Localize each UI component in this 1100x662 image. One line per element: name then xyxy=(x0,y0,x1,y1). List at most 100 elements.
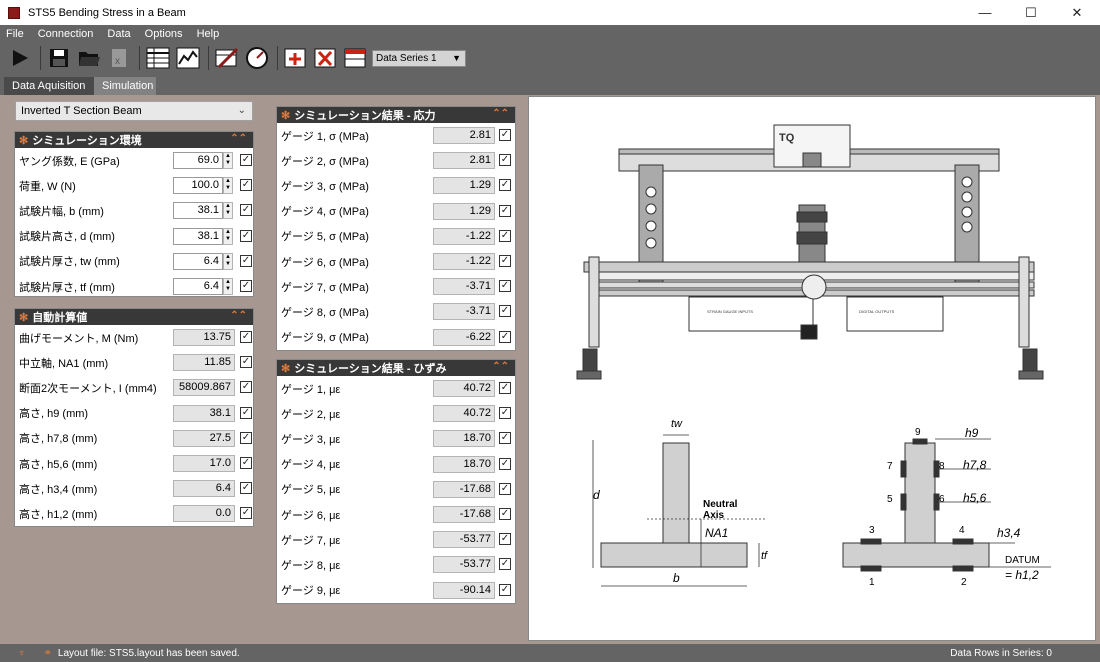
param-label: 曲げモーメント, M (Nm) xyxy=(19,332,139,345)
param-input[interactable]: 6.4 xyxy=(173,277,223,295)
gear-icon: ✻ xyxy=(19,311,29,324)
enable-checkbox[interactable]: ✓ xyxy=(240,229,252,242)
spinner-arrows-icon[interactable]: ▲ ▼ xyxy=(223,152,233,169)
enable-checkbox[interactable]: ✓ xyxy=(499,507,511,520)
collapse-icon[interactable]: ⌃⌃ xyxy=(492,108,509,119)
spinner-arrows-icon[interactable]: ▲ ▼ xyxy=(223,252,233,270)
edit-table-icon[interactable] xyxy=(213,45,241,71)
param-input[interactable]: 38.1 xyxy=(173,202,223,220)
enable-checkbox[interactable]: ✓ xyxy=(499,229,511,242)
h34-label: h3,4 xyxy=(997,526,1021,540)
param-row: ヤング係数, E (GPa) 69.0 ▲ ▼ ✓ xyxy=(15,148,253,173)
param-value: 2.81 xyxy=(433,127,495,144)
param-row: 中立軸, NA1 (mm) 11.85 ✓ xyxy=(15,350,253,375)
share-icon: ⚭ xyxy=(43,647,52,659)
enable-checkbox[interactable]: ✓ xyxy=(499,533,511,546)
status-bar: ♆ ⚭ Layout file: STS5.layout has been sa… xyxy=(0,644,1100,662)
menu-file[interactable]: File xyxy=(6,28,24,40)
tab-simulation[interactable]: Simulation xyxy=(94,77,156,95)
add-row-icon[interactable] xyxy=(282,45,310,71)
enable-checkbox[interactable]: ✓ xyxy=(499,457,511,470)
table-view-icon[interactable] xyxy=(144,45,172,71)
gauge-5-label: 5 xyxy=(887,494,893,505)
enable-checkbox[interactable]: ✓ xyxy=(240,456,252,469)
tab-data-acquisition[interactable]: Data Aquisition xyxy=(4,77,94,95)
enable-checkbox[interactable]: ✓ xyxy=(240,356,252,369)
param-row: 試験片幅, b (mm) 38.1 ▲ ▼ ✓ xyxy=(15,198,253,223)
simulation-environment-group: ✻ シミュレーション環境 ⌃⌃ ヤング係数, E (GPa) 69.0 ▲ ▼ ✓ 荷重, W… xyxy=(14,131,254,297)
status-message: Layout file: STS5.layout has been saved. xyxy=(57,647,240,659)
enable-checkbox[interactable]: ✓ xyxy=(240,154,252,166)
gauge-icon[interactable] xyxy=(243,45,271,71)
beam-type-select[interactable]: Inverted T Section Beam ⌄ xyxy=(15,101,253,121)
param-row: 高さ, h9 (mm) 38.1 ✓ xyxy=(15,401,253,426)
enable-checkbox[interactable]: ✓ xyxy=(499,179,511,192)
chevron-down-icon: ⌄ xyxy=(237,105,246,116)
graph-view-icon[interactable] xyxy=(174,45,202,71)
delete-row-icon[interactable] xyxy=(312,45,340,71)
enable-checkbox[interactable]: ✓ xyxy=(499,382,511,394)
open-folder-icon[interactable] xyxy=(75,45,103,71)
maximize-button[interactable]: ☐ xyxy=(1008,0,1054,25)
play-icon[interactable] xyxy=(6,45,34,71)
enable-checkbox[interactable]: ✓ xyxy=(499,305,511,318)
enable-checkbox[interactable]: ✓ xyxy=(499,482,511,495)
enable-checkbox[interactable]: ✓ xyxy=(240,507,252,520)
save-icon[interactable] xyxy=(45,45,73,71)
spinner-arrows-icon[interactable]: ▲ ▼ xyxy=(223,177,233,195)
param-row: 高さ, h1,2 (mm) 0.0 ✓ xyxy=(15,501,253,526)
param-label: 高さ, h5,6 (mm) xyxy=(19,458,98,471)
param-input[interactable]: 6.4 xyxy=(173,252,223,270)
param-row: ゲージ 8, με -53.77 ✓ xyxy=(277,552,515,577)
close-button[interactable]: ✕ xyxy=(1054,0,1100,25)
enable-checkbox[interactable]: ✓ xyxy=(499,254,511,267)
enable-checkbox[interactable]: ✓ xyxy=(499,330,511,343)
collapse-icon[interactable]: ⌃⌃ xyxy=(230,133,247,144)
enable-checkbox[interactable]: ✓ xyxy=(240,331,252,343)
enable-checkbox[interactable]: ✓ xyxy=(240,204,252,217)
param-row: ゲージ 7, με -53.77 ✓ xyxy=(277,527,515,552)
param-row: 断面2次モーメント, I (mm4) 58009.867 ✓ xyxy=(15,375,253,400)
enable-checkbox[interactable]: ✓ xyxy=(499,154,511,167)
param-value: 18.70 xyxy=(433,430,495,448)
menu-options[interactable]: Options xyxy=(145,28,183,40)
param-row: ゲージ 7, σ (MPa) -3.71 ✓ xyxy=(277,274,515,299)
results-panel: ✻ シミュレーション結果 - 応力 ⌃⌃ ゲージ 1, σ (MPa) 2.81 ✓ ゲー… xyxy=(268,96,524,641)
spinner-arrows-icon[interactable]: ▲ ▼ xyxy=(223,277,233,295)
strain-gauge-inputs-label: STRAIN GAUGE INPUTS xyxy=(707,309,753,314)
collapse-icon[interactable]: ⌃⌃ xyxy=(492,361,509,372)
enable-checkbox[interactable]: ✓ xyxy=(499,407,511,420)
param-value: 18.70 xyxy=(433,455,495,473)
enable-checkbox[interactable]: ✓ xyxy=(240,431,252,444)
menu-data[interactable]: Data xyxy=(107,28,130,40)
menu-help[interactable]: Help xyxy=(197,28,220,40)
menu-connection[interactable]: Connection xyxy=(38,28,94,40)
gauge-8-label: 8 xyxy=(939,461,945,472)
enable-checkbox[interactable]: ✓ xyxy=(499,204,511,217)
spinner-arrows-icon[interactable]: ▲ ▼ xyxy=(223,202,233,220)
enable-checkbox[interactable]: ✓ xyxy=(499,558,511,571)
param-label: ヤング係数, E (GPa) xyxy=(19,155,120,168)
enable-checkbox[interactable]: ✓ xyxy=(240,482,252,495)
enable-checkbox[interactable]: ✓ xyxy=(240,279,252,292)
enable-checkbox[interactable]: ✓ xyxy=(240,254,252,267)
param-input[interactable]: 100.0 xyxy=(173,177,223,195)
param-input[interactable]: 38.1 xyxy=(173,227,223,245)
enable-checkbox[interactable]: ✓ xyxy=(240,381,252,394)
export-excel-icon[interactable]: x xyxy=(105,45,133,71)
param-input[interactable]: 69.0 xyxy=(173,152,223,169)
spinner-arrows-icon[interactable]: ▲ ▼ xyxy=(223,227,233,245)
param-label: ゲージ 6, με xyxy=(281,509,341,522)
clear-table-icon[interactable] xyxy=(342,45,370,71)
enable-checkbox[interactable]: ✓ xyxy=(240,406,252,419)
enable-checkbox[interactable]: ✓ xyxy=(499,432,511,445)
collapse-icon[interactable]: ⌃⌃ xyxy=(230,310,247,321)
enable-checkbox[interactable]: ✓ xyxy=(499,129,511,141)
param-row: ゲージ 9, με -90.14 ✓ xyxy=(277,578,515,603)
minimize-button[interactable]: — xyxy=(962,0,1008,25)
enable-checkbox[interactable]: ✓ xyxy=(240,179,252,192)
enable-checkbox[interactable]: ✓ xyxy=(499,280,511,293)
enable-checkbox[interactable]: ✓ xyxy=(499,583,511,596)
param-row: 高さ, h3,4 (mm) 6.4 ✓ xyxy=(15,476,253,501)
data-series-select[interactable]: Data Series 1 ▼ xyxy=(372,49,466,67)
